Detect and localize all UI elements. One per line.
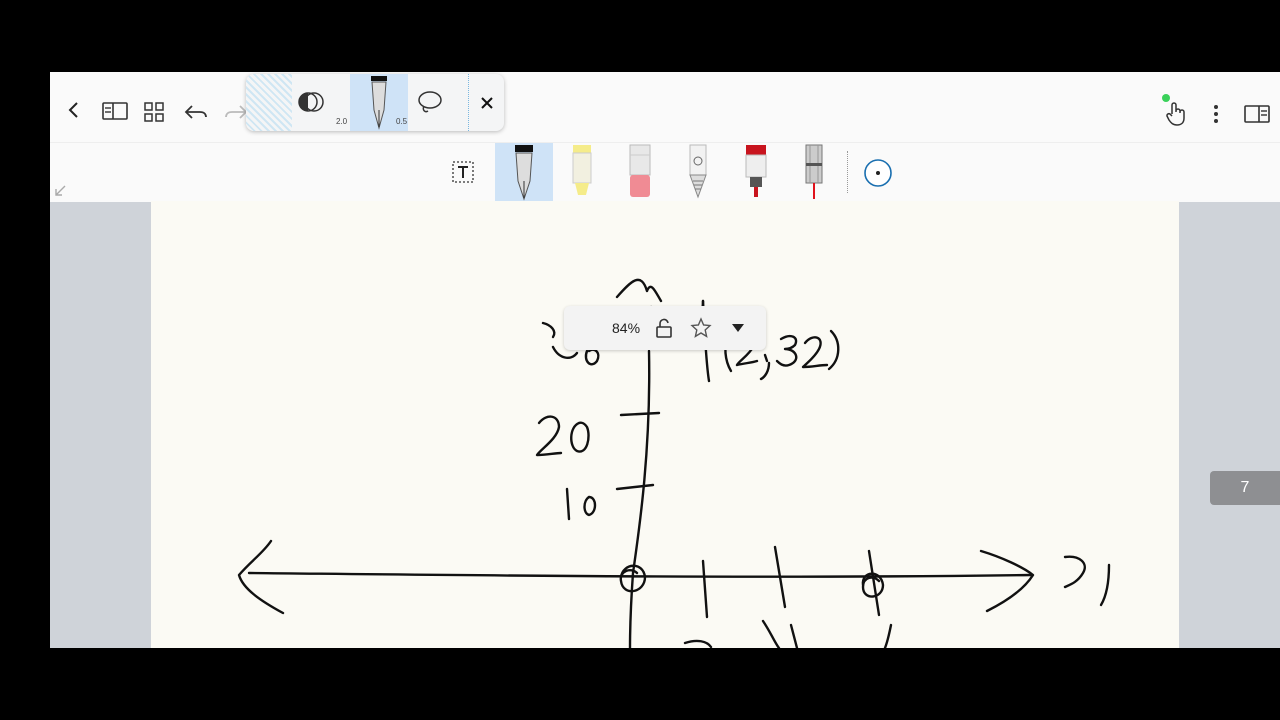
- drawing-tools-bar: [50, 142, 1280, 202]
- lock-open-icon[interactable]: [654, 318, 674, 338]
- undo-icon[interactable]: [182, 100, 210, 124]
- pen-pattern-swatch[interactable]: [246, 74, 292, 131]
- note-app: 2.0 0.5 84% 7: [50, 72, 1280, 648]
- page-number-badge[interactable]: 7: [1210, 471, 1280, 505]
- fountain-pen-tool[interactable]: [495, 143, 553, 202]
- top-toolbar: 2.0 0.5: [50, 72, 1280, 142]
- close-panel-icon[interactable]: [476, 92, 498, 114]
- star-icon[interactable]: [690, 317, 712, 339]
- color-picker-icon[interactable]: [862, 157, 894, 189]
- hand-touch-icon[interactable]: [1162, 100, 1190, 128]
- text-tool-icon[interactable]: [450, 159, 476, 185]
- eraser-tool[interactable]: [611, 143, 669, 202]
- lasso-icon[interactable]: [414, 88, 446, 116]
- note-page-canvas[interactable]: [151, 201, 1179, 648]
- handwritten-graph: [237, 278, 1111, 648]
- eraser-toggle-icon[interactable]: [296, 88, 328, 116]
- pencil-tool[interactable]: [669, 143, 727, 202]
- more-options-icon[interactable]: [1206, 102, 1226, 126]
- dropdown-arrow-icon[interactable]: [730, 320, 746, 336]
- pen-size-left: 2.0: [336, 117, 348, 126]
- collapse-arrow-icon[interactable]: [52, 183, 68, 199]
- pen-size-right: 0.5: [396, 117, 408, 126]
- sidebar-toggle-icon[interactable]: [100, 100, 130, 122]
- back-icon[interactable]: [62, 98, 86, 122]
- highlighter-tool[interactable]: [553, 143, 611, 202]
- split-view-icon[interactable]: [1242, 102, 1272, 126]
- zoom-level[interactable]: 84%: [612, 320, 640, 336]
- grid-view-icon[interactable]: [142, 100, 166, 124]
- marker-tool[interactable]: [727, 143, 785, 202]
- page-number: 7: [1240, 479, 1250, 496]
- zoom-popup: 84%: [564, 306, 766, 350]
- pen-options-panel: 2.0 0.5: [246, 74, 504, 131]
- laser-pointer-tool[interactable]: [785, 143, 843, 202]
